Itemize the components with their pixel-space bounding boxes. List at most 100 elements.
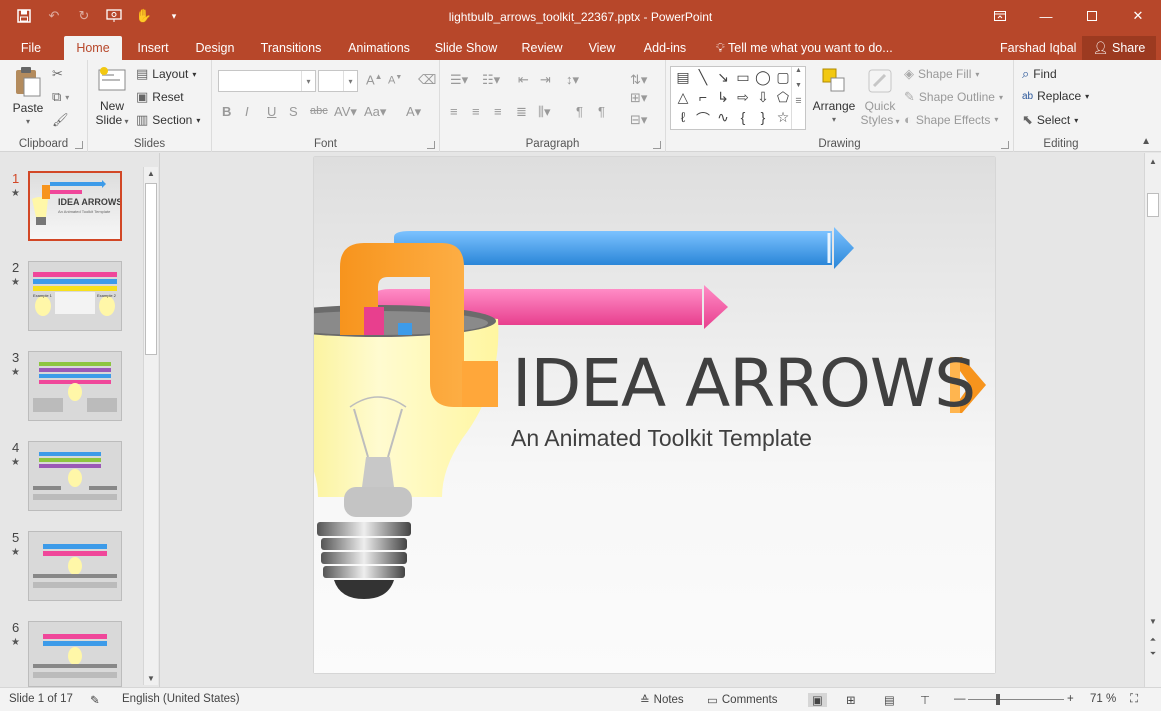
tab-review[interactable]: Review [514, 36, 570, 60]
slide-scrollbar[interactable]: ▲ ▼ ⏶ ⏷ [1144, 153, 1161, 687]
increase-indent-icon[interactable]: ⇥ [540, 72, 551, 88]
tell-me-search[interactable]: 💡︎ Tell me what you want to do... [716, 36, 893, 60]
smartart-icon[interactable]: ⊟▾ [630, 112, 647, 128]
new-slide-button[interactable]: New Slide ▾ [92, 66, 132, 129]
text-direction-icon[interactable]: ⇅▾ [630, 72, 647, 88]
bold-icon[interactable]: B [222, 104, 231, 119]
text-direction-rtl-icon[interactable]: ¶ [576, 104, 583, 119]
numbering-icon[interactable]: ☷▾ [482, 72, 500, 88]
triangle-shape-icon[interactable]: △ [673, 89, 693, 106]
current-slide[interactable]: IDEA ARROWS An Animated Toolkit Template [314, 157, 995, 673]
normal-view-icon[interactable]: ▣ [808, 693, 827, 707]
reset-button[interactable]: ▣ Reset [136, 89, 184, 105]
shapes-gallery[interactable]: ▤ ╲ ↘ ▭ ◯ ▢ △ ⌐ ↳ ⇨ ⇩ ⬠ ℓ ⌒ ∿ { } ☆ ▲ ▼ … [670, 66, 806, 130]
slide-thumbnail-3[interactable] [28, 351, 122, 421]
elbow-connector-icon[interactable]: ⌐ [693, 89, 713, 105]
slide-sorter-icon[interactable]: ⊞ [846, 693, 856, 707]
font-launcher-icon[interactable] [427, 141, 435, 149]
tab-design[interactable]: Design [188, 36, 242, 60]
increase-font-size-icon[interactable]: A▲ [366, 72, 383, 87]
format-painter-icon[interactable]: 🖌︎ [52, 112, 69, 128]
right-brace-icon[interactable]: } [753, 109, 773, 125]
tab-slide-show[interactable]: Slide Show [428, 36, 504, 60]
cut-icon[interactable]: ✂ [52, 66, 63, 82]
freeform-icon[interactable]: ℓ [673, 109, 693, 125]
notes-button[interactable]: ≙ Notes [640, 693, 684, 707]
font-name-combo[interactable]: ▾ [218, 70, 316, 92]
find-button[interactable]: ⌕ Find [1022, 66, 1057, 82]
align-text-icon[interactable]: ⊞▾ [630, 90, 647, 106]
text-direction-ltr-icon[interactable]: ¶ [598, 104, 605, 119]
fit-to-window-icon[interactable]: ⛶ [1130, 693, 1138, 706]
drawing-launcher-icon[interactable] [1001, 141, 1009, 149]
shape-outline-button[interactable]: ✎ Shape Outline ▾ [904, 89, 1003, 105]
previous-slide-icon[interactable]: ⏶ [1146, 635, 1160, 645]
tab-add-ins[interactable]: Add-ins [634, 36, 696, 60]
tab-animations[interactable]: Animations [340, 36, 418, 60]
slide-subtitle[interactable]: An Animated Toolkit Template [511, 425, 812, 452]
copy-icon[interactable]: ⧉ ▾ [52, 89, 69, 105]
shapes-gallery-scroll[interactable]: ▲ ▼ ☰ [791, 67, 805, 129]
text-box-icon[interactable]: ▤ [673, 69, 693, 86]
shape-effects-button[interactable]: ◐ Shape Effects ▾ [904, 112, 998, 127]
strikethrough-icon[interactable]: abc [310, 105, 328, 117]
next-slide-icon[interactable]: ⏷ [1146, 649, 1160, 659]
reading-view-icon[interactable]: ▤ [884, 693, 895, 707]
paste-button[interactable]: Paste ▾ [8, 66, 48, 129]
columns-icon[interactable]: ⫼▾ [538, 104, 551, 120]
comments-button[interactable]: ▭ Comments [707, 693, 777, 707]
line-spacing-icon[interactable]: ↕▾ [566, 72, 579, 88]
quick-styles-button[interactable]: Quick Styles ▾ [860, 66, 900, 129]
scroll-up-icon[interactable]: ▲ [144, 169, 158, 178]
arc-icon[interactable]: ⌒ [693, 109, 713, 129]
slideshow-view-icon[interactable]: ⊤ [920, 693, 930, 707]
align-left-icon[interactable]: ≡ [450, 104, 458, 119]
scroll-down-icon[interactable]: ▼ [144, 674, 158, 683]
zoom-out-icon[interactable]: — [954, 693, 966, 705]
change-case-icon[interactable]: Aa▾ [364, 104, 386, 120]
replace-button[interactable]: ab Replace ▾ [1022, 89, 1089, 103]
language-indicator[interactable]: English (United States) [122, 693, 240, 705]
elbow-arrow-icon[interactable]: ↳ [713, 89, 733, 106]
select-button[interactable]: ⬉ Select ▾ [1022, 112, 1078, 128]
slide-scroll-thumb[interactable] [1147, 193, 1159, 217]
oval-shape-icon[interactable]: ◯ [753, 69, 773, 86]
share-button[interactable]: 👤︎ Share [1082, 36, 1156, 60]
clipboard-launcher-icon[interactable] [75, 141, 83, 149]
slide-thumbnail-1[interactable]: IDEA ARROWS An Animated Toolkit Template [28, 171, 122, 241]
underline-icon[interactable]: U [267, 104, 276, 119]
font-size-combo[interactable]: ▾ [318, 70, 358, 92]
curve-icon[interactable]: ∿ [713, 109, 733, 126]
arrange-button[interactable]: Arrange ▾ [810, 66, 858, 127]
zoom-in-icon[interactable]: + [1067, 693, 1074, 705]
font-size-dropdown-icon[interactable]: ▾ [343, 71, 357, 91]
clear-formatting-icon[interactable]: ⌫ [418, 72, 436, 88]
tab-insert[interactable]: Insert [128, 36, 178, 60]
zoom-level[interactable]: 71 % [1090, 693, 1116, 705]
zoom-slider[interactable] [968, 699, 1064, 700]
notes-check-icon[interactable]: ✎ [90, 693, 100, 707]
maximize-icon[interactable] [1069, 0, 1115, 32]
layout-button[interactable]: ▤ Layout ▾ [136, 66, 196, 82]
minimize-icon[interactable]: — [1023, 0, 1069, 32]
italic-icon[interactable]: I [245, 104, 249, 119]
tab-file[interactable]: File [8, 36, 54, 60]
slide-thumbnail-4[interactable] [28, 441, 122, 511]
tab-home[interactable]: Home [64, 36, 122, 60]
thumbnail-scroll-thumb[interactable] [145, 183, 157, 355]
font-name-dropdown-icon[interactable]: ▾ [301, 71, 315, 91]
collapse-ribbon-icon[interactable]: ▲ [1141, 136, 1151, 147]
tab-transitions[interactable]: Transitions [252, 36, 330, 60]
section-button[interactable]: ▥ Section ▾ [136, 112, 200, 128]
bullets-icon[interactable]: ☰▾ [450, 72, 468, 88]
left-brace-icon[interactable]: { [733, 109, 753, 125]
rectangle-shape-icon[interactable]: ▭ [733, 69, 753, 86]
rounded-rectangle-icon[interactable]: ▢ [773, 69, 793, 86]
tab-view[interactable]: View [580, 36, 624, 60]
zoom-slider-handle[interactable] [996, 694, 1000, 705]
align-right-icon[interactable]: ≡ [494, 104, 502, 119]
slide-thumbnail-6[interactable] [28, 621, 122, 687]
thumbnail-scrollbar[interactable]: ▲ ▼ [143, 167, 158, 685]
star-shape-icon[interactable]: ☆ [773, 109, 793, 126]
shape-fill-button[interactable]: ◈ Shape Fill ▾ [904, 66, 979, 82]
